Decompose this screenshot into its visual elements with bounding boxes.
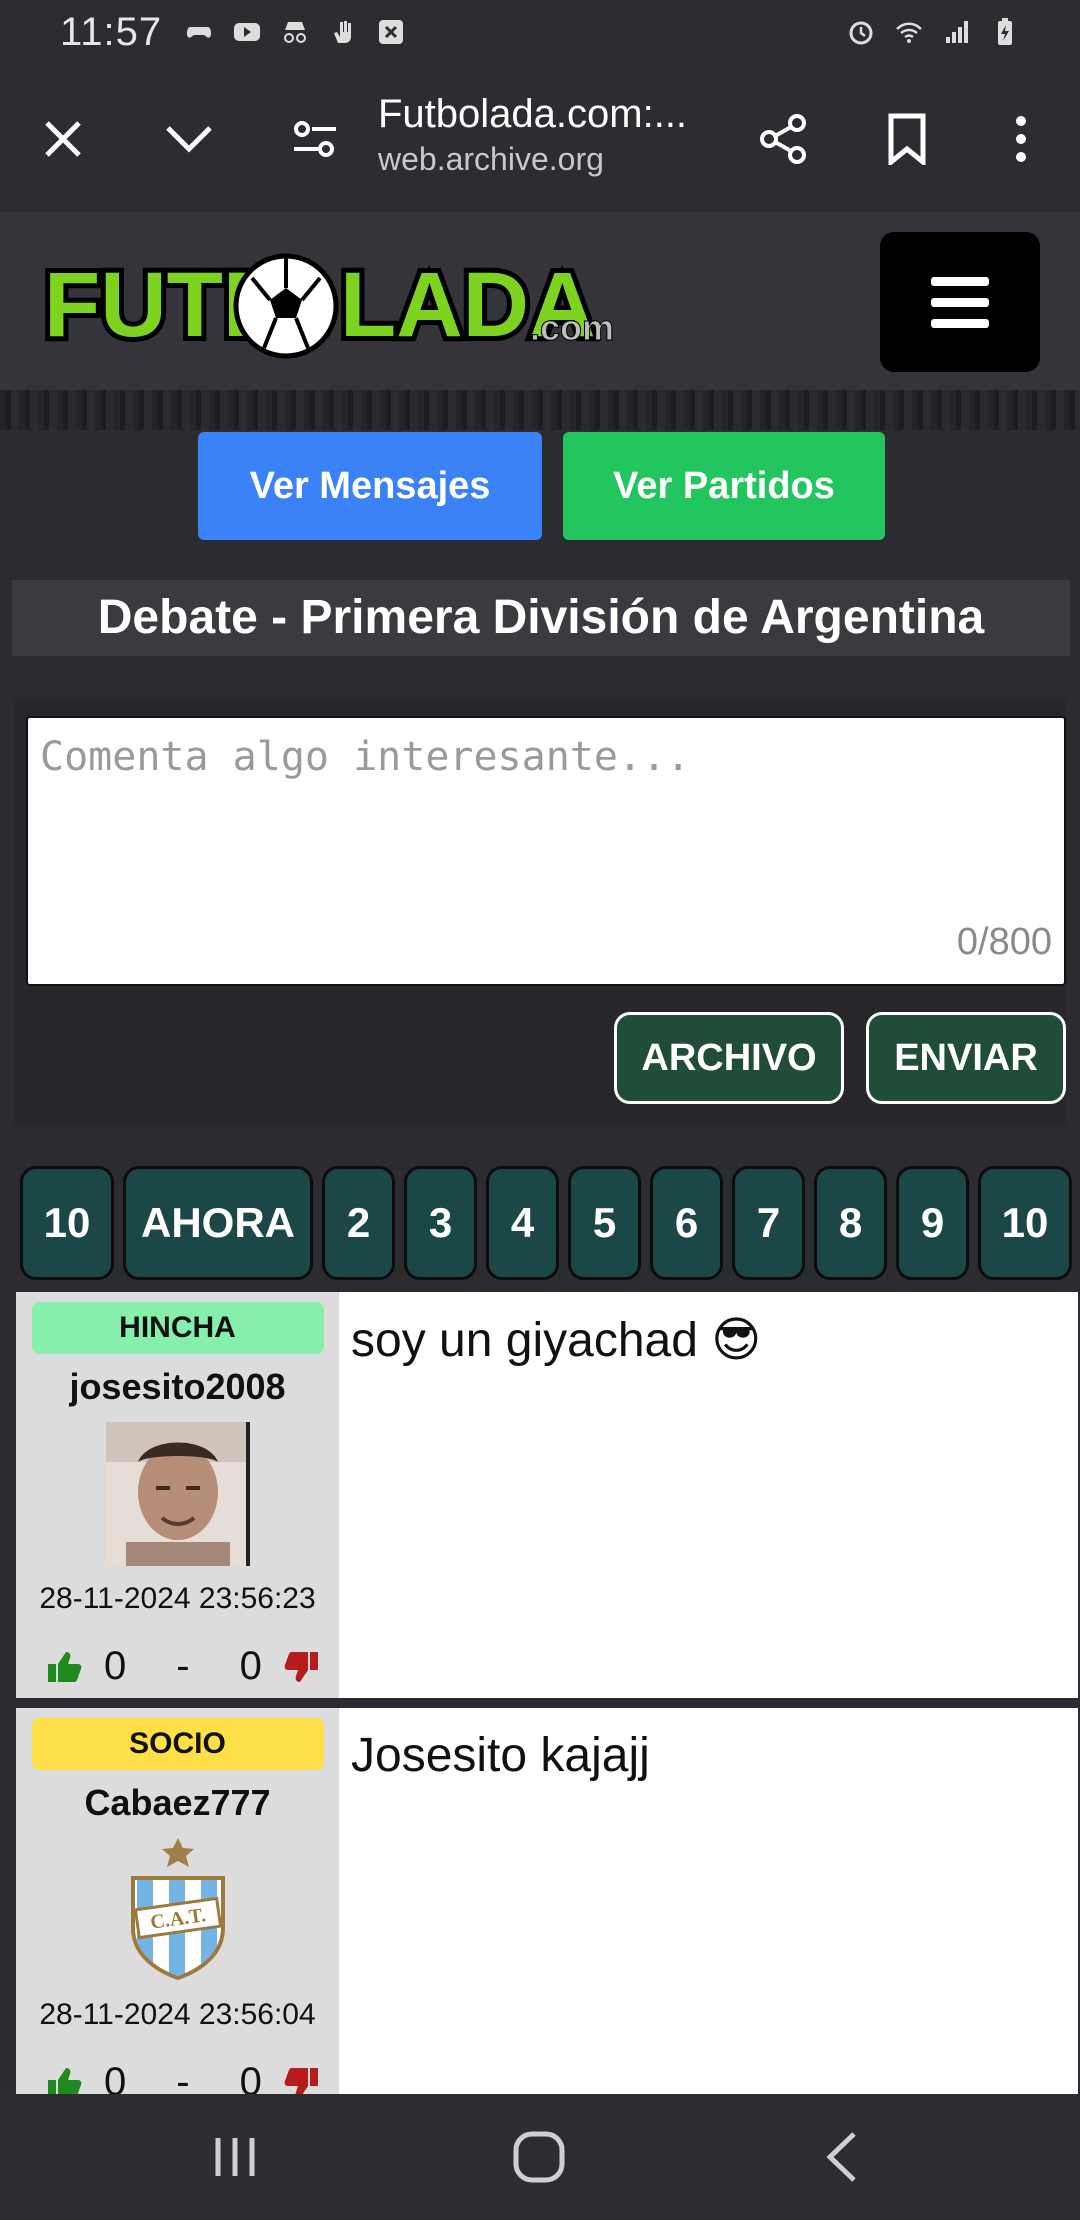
site-header: FUTB FUTB LADA LADA .com bbox=[0, 212, 1080, 390]
team-crest-icon[interactable]: C.A.T. bbox=[123, 1832, 233, 1982]
thumbs-down-icon[interactable] bbox=[284, 1650, 320, 1684]
game-controller-icon bbox=[187, 27, 212, 38]
page-title: Futbolada.com:... bbox=[378, 92, 688, 136]
youtube-icon bbox=[234, 23, 261, 41]
debate-title: Debate - Primera División de Argentina bbox=[12, 580, 1070, 656]
comment-input[interactable] bbox=[28, 718, 1064, 984]
archivo-button[interactable]: ARCHIVO bbox=[614, 1012, 844, 1104]
status-time: 11:57 bbox=[60, 9, 163, 54]
signal-icon bbox=[946, 21, 968, 43]
page-button-7[interactable]: 7 bbox=[732, 1166, 805, 1280]
ver-mensajes-button[interactable]: Ver Mensajes bbox=[198, 432, 542, 540]
hand-icon bbox=[334, 21, 352, 43]
vote-bar: 0 - 0 bbox=[46, 1644, 326, 1689]
tune-icon bbox=[294, 121, 336, 157]
share-icon bbox=[760, 114, 806, 164]
comment-box: 0/800 bbox=[26, 716, 1066, 986]
post-message: soy un giyachad 😎 bbox=[351, 1314, 762, 1367]
alarm-icon bbox=[849, 21, 873, 45]
username[interactable]: Cabaez777 bbox=[84, 1782, 270, 1824]
post-author-panel: SOCIO Cabaez777 C.A.T. 28-11-2024 23:56:… bbox=[16, 1708, 339, 2114]
menu-bar bbox=[931, 276, 989, 286]
thumbs-up-icon[interactable] bbox=[46, 1650, 82, 1684]
site-settings-button[interactable] bbox=[280, 104, 350, 174]
role-badge: SOCIO bbox=[31, 1718, 324, 1770]
more-options-button[interactable] bbox=[986, 104, 1056, 174]
close-tab-button[interactable] bbox=[28, 104, 98, 174]
post-author-panel: HINCHA josesito2008 28-11-2024 23:56:23 … bbox=[16, 1292, 339, 1698]
browser-toolbar: Futbolada.com:... web.archive.org bbox=[0, 64, 1080, 212]
page-button-3[interactable]: 3 bbox=[404, 1166, 477, 1280]
post-message: Josesito kajajj bbox=[351, 1729, 650, 1782]
svg-text:.com: .com bbox=[530, 307, 614, 348]
status-bar: 11:57 bbox=[0, 0, 1080, 64]
more-vert-icon bbox=[1016, 116, 1026, 162]
wifi-icon bbox=[896, 22, 922, 43]
decorative-strip bbox=[0, 390, 1080, 430]
likes-count: 0 bbox=[104, 1644, 127, 1688]
pagination: 10 AHORA 2 3 4 5 6 7 8 9 10 bbox=[20, 1166, 1072, 1280]
battery-charging-icon bbox=[998, 18, 1012, 45]
post-date: 28-11-2024 23:56:23 bbox=[39, 1582, 316, 1615]
page-button-ahora[interactable]: AHORA bbox=[123, 1166, 313, 1280]
page-button-2[interactable]: 2 bbox=[322, 1166, 395, 1280]
page-button-4[interactable]: 4 bbox=[486, 1166, 559, 1280]
page-button-9[interactable]: 9 bbox=[896, 1166, 969, 1280]
share-button[interactable] bbox=[748, 104, 818, 174]
post-date: 28-11-2024 23:56:04 bbox=[39, 1998, 316, 2031]
menu-button[interactable] bbox=[880, 232, 1040, 372]
futbolada-logo[interactable]: FUTB FUTB LADA LADA .com bbox=[42, 248, 622, 360]
vote-separator: - bbox=[176, 1644, 190, 1688]
dislikes-count: 0 bbox=[239, 1644, 262, 1688]
bookmark-button[interactable] bbox=[872, 104, 942, 174]
status-system-icons bbox=[846, 17, 1020, 47]
post-item: SOCIO Cabaez777 C.A.T. 28-11-2024 23:56:… bbox=[16, 1708, 1078, 2114]
page-button-10[interactable]: 10 bbox=[978, 1166, 1072, 1280]
url-block[interactable]: Futbolada.com:... web.archive.org bbox=[378, 92, 718, 178]
page-button-8[interactable]: 8 bbox=[814, 1166, 887, 1280]
avatar-photo bbox=[105, 1422, 250, 1566]
close-box-icon bbox=[379, 20, 404, 44]
menu-bar bbox=[931, 297, 989, 307]
collapse-button[interactable] bbox=[154, 104, 224, 174]
bookmark-icon bbox=[888, 113, 926, 165]
recent-apps-icon[interactable] bbox=[210, 2134, 260, 2180]
page-button-5[interactable]: 5 bbox=[568, 1166, 641, 1280]
page-domain: web.archive.org bbox=[378, 141, 604, 177]
incognito-icon bbox=[284, 22, 307, 43]
username[interactable]: josesito2008 bbox=[69, 1366, 285, 1408]
close-icon bbox=[45, 121, 81, 157]
menu-bar bbox=[931, 318, 989, 328]
comment-form: 0/800 ARCHIVO ENVIAR bbox=[14, 700, 1066, 1124]
status-notification-icons bbox=[184, 17, 406, 47]
ver-partidos-button[interactable]: Ver Partidos bbox=[563, 432, 885, 540]
system-nav-bar bbox=[0, 2094, 1080, 2220]
page-button-6[interactable]: 6 bbox=[650, 1166, 723, 1280]
back-icon[interactable] bbox=[822, 2130, 862, 2184]
avatar[interactable] bbox=[105, 1422, 250, 1566]
char-counter: 0/800 bbox=[956, 921, 1052, 963]
post-item: HINCHA josesito2008 28-11-2024 23:56:23 … bbox=[16, 1292, 1078, 1698]
enviar-button[interactable]: ENVIAR bbox=[866, 1012, 1066, 1104]
home-icon[interactable] bbox=[512, 2130, 566, 2184]
page-button-last[interactable]: 10 bbox=[20, 1166, 114, 1280]
chevron-down-icon bbox=[166, 126, 212, 153]
role-badge: HINCHA bbox=[31, 1302, 324, 1354]
